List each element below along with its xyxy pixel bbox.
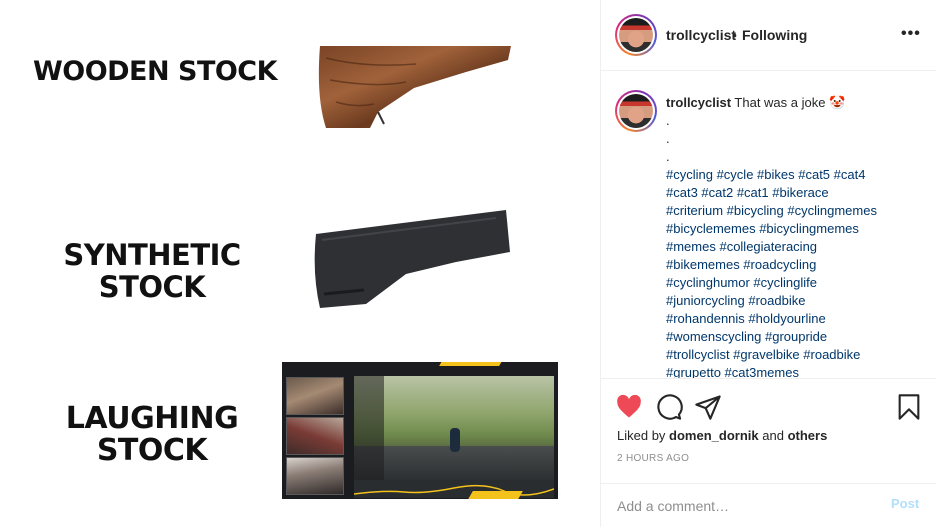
avatar[interactable] xyxy=(615,14,657,56)
hashtag-line[interactable]: #criterium #bicycling #cyclingmemes xyxy=(666,202,928,220)
post-image[interactable]: WOODEN STOCK SYNTHETIC STOCK LAUGHING ST… xyxy=(0,0,600,527)
liked-by-text: Liked by domen_dornik and others xyxy=(617,428,827,443)
comment-input[interactable] xyxy=(617,494,867,518)
hashtag-line[interactable]: #rohandennis #holdyourline xyxy=(666,310,928,328)
hashtag-line[interactable]: #womenscycling #groupride xyxy=(666,328,928,346)
more-options-icon[interactable]: ••• xyxy=(901,25,921,43)
heart-icon[interactable] xyxy=(615,393,643,421)
liked-by-prefix: Liked by xyxy=(617,428,666,443)
wooden-stock-image xyxy=(318,46,511,128)
webcam-thumbnail xyxy=(286,417,344,455)
caption-username-link[interactable]: trollcyclist xyxy=(666,95,731,110)
meme-label-wooden-stock: WOODEN STOCK xyxy=(32,56,278,87)
post-caption: trollcyclist That was a joke 🤡 . . . #cy… xyxy=(666,94,928,378)
add-comment-bar: Post xyxy=(601,483,936,527)
hashtag-line[interactable]: #grupetto #cat3memes xyxy=(666,364,928,378)
bookmark-icon[interactable] xyxy=(895,393,923,421)
hashtag-line[interactable]: #trollcyclist #gravelbike #roadbike xyxy=(666,346,928,364)
comment-icon[interactable] xyxy=(655,393,683,421)
game-view xyxy=(354,376,554,482)
comments-section[interactable]: trollcyclist That was a joke 🤡 . . . #cy… xyxy=(601,72,936,378)
post-timestamp[interactable]: 2 HOURS AGO xyxy=(617,453,689,464)
liked-by-others-link[interactable]: others xyxy=(788,428,828,443)
elevation-profile xyxy=(354,480,554,498)
hashtag-line[interactable]: #cycling #cycle #bikes #cat5 #cat4 xyxy=(666,166,928,184)
liked-by-user-link[interactable]: domen_dornik xyxy=(669,428,759,443)
meme-label-line: STOCK xyxy=(98,270,206,304)
avatar-photo xyxy=(619,94,653,128)
following-button[interactable]: Following xyxy=(742,27,807,43)
game-rider xyxy=(450,428,460,452)
post-actions: Liked by domen_dornik and others 2 HOURS… xyxy=(601,378,936,483)
post-comment-button[interactable]: Post xyxy=(891,496,919,511)
game-hud xyxy=(354,376,384,482)
hashtag-line[interactable]: #juniorcycling #roadbike xyxy=(666,292,928,310)
hashtag-line[interactable]: #memes #collegiateracing xyxy=(666,238,928,256)
separator-dot: • xyxy=(732,27,737,43)
indoor-cycling-video-screenshot xyxy=(282,362,558,499)
meme-label-synthetic-stock: SYNTHETIC STOCK xyxy=(52,239,252,303)
hashtag-line[interactable]: #cyclinghumor #cyclinglife xyxy=(666,274,928,292)
post-header: trollcyclist • Following ••• xyxy=(601,0,936,71)
webcam-thumbnail xyxy=(286,457,344,495)
hashtag-line[interactable]: #cat3 #cat2 #cat1 #bikerace xyxy=(666,184,928,202)
caption-dot: . xyxy=(666,149,670,164)
meme-label-laughing-stock: LAUGHING STOCK xyxy=(52,403,252,467)
avatar-photo xyxy=(619,18,653,52)
caption-dot: . xyxy=(666,131,670,146)
meme-label-line: STOCK xyxy=(96,433,208,468)
share-icon[interactable] xyxy=(694,393,722,421)
hashtag-line[interactable]: #bicyclememes #bicyclingmemes xyxy=(666,220,928,238)
avatar[interactable] xyxy=(615,90,657,132)
meme-label-line: SYNTHETIC xyxy=(63,238,241,272)
webcam-thumbnail xyxy=(286,377,344,415)
caption-text: That was a joke 🤡 xyxy=(734,95,846,110)
post-panel: trollcyclist • Following ••• trollcyclis… xyxy=(601,0,936,527)
liked-by-and: and xyxy=(762,428,784,443)
yellow-stripe xyxy=(439,362,505,366)
yellow-stripe xyxy=(467,491,523,499)
caption-dot: . xyxy=(666,113,670,128)
hashtag-line[interactable]: #bikememes #roadcycling xyxy=(666,256,928,274)
synthetic-stock-image xyxy=(314,210,510,308)
meme-label-line: LAUGHING xyxy=(65,401,239,436)
username-link[interactable]: trollcyclist xyxy=(666,27,736,43)
